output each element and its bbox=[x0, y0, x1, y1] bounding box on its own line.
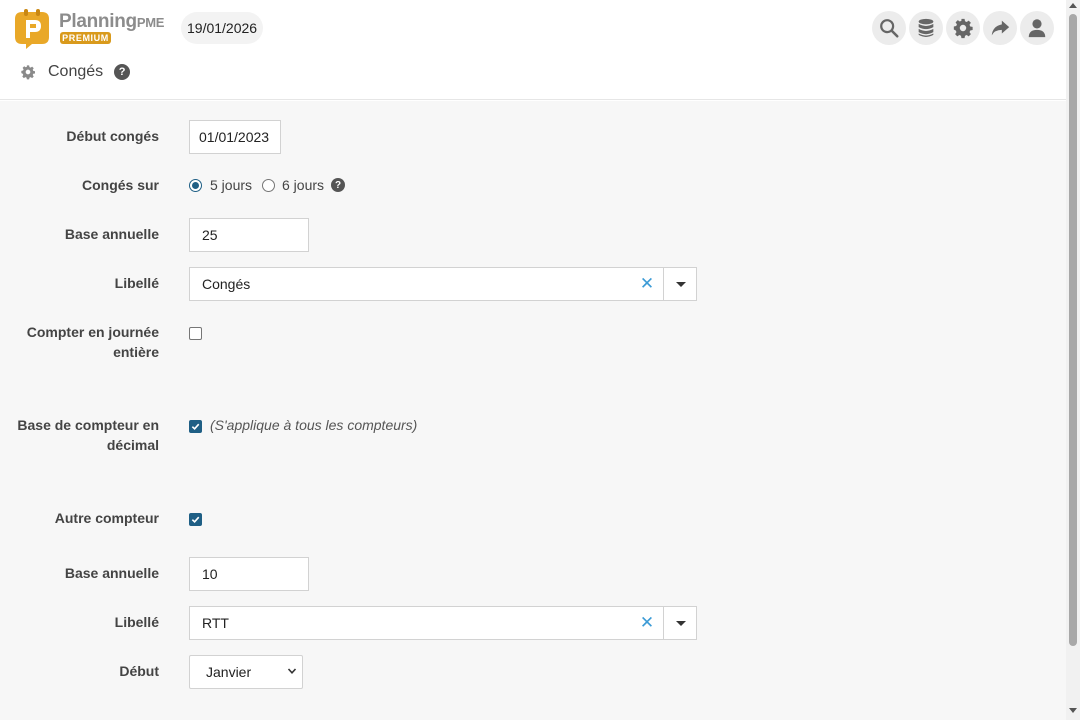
clear-icon[interactable]: ✕ bbox=[639, 613, 655, 633]
debut-month-select[interactable]: Janvier bbox=[189, 655, 303, 689]
help-icon[interactable]: ? bbox=[331, 178, 345, 192]
libelle-select[interactable]: Congés ✕ bbox=[189, 267, 697, 301]
libelle-value: Congés bbox=[202, 276, 251, 292]
autre-compteur-label: Autre compteur bbox=[54, 510, 159, 526]
clear-icon[interactable]: ✕ bbox=[639, 274, 655, 294]
settings-button[interactable] bbox=[946, 11, 980, 45]
page-title: Congés bbox=[48, 63, 104, 80]
debut-conges-label: Début congés bbox=[66, 128, 159, 144]
logo-wordmark: PlanningPME bbox=[59, 11, 165, 32]
breadcrumb: Congés ? bbox=[20, 60, 131, 84]
user-button[interactable] bbox=[1020, 11, 1054, 45]
decimal-label: Base de compteur en décimal bbox=[17, 417, 159, 453]
base-annuelle-2-label: Base annuelle bbox=[64, 565, 159, 581]
base-annuelle-label: Base annuelle bbox=[64, 226, 159, 242]
debut-month-value: Janvier bbox=[206, 664, 252, 680]
caret-down-icon bbox=[675, 620, 686, 626]
libelle-2-value: RTT bbox=[202, 615, 229, 631]
share-icon bbox=[991, 20, 1010, 36]
radio-6-jours[interactable] bbox=[262, 179, 275, 192]
base-annuelle-2-input[interactable]: 10 bbox=[189, 557, 309, 591]
journee-entiere-label: Compter en journée entière bbox=[26, 324, 159, 360]
radio-6-jours-label[interactable]: 6 jours bbox=[282, 175, 324, 195]
planningpme-logo[interactable]: PlanningPME PREMIUM bbox=[12, 7, 172, 49]
check-icon bbox=[191, 516, 200, 524]
caret-down-icon bbox=[675, 281, 686, 287]
decimal-hint: (S'applique à tous les compteurs) bbox=[210, 417, 418, 433]
conges-sur-label: Congés sur bbox=[81, 177, 159, 193]
conges-form: Début congés 01/01/2023 Congés sur 5 jou… bbox=[0, 101, 1066, 720]
share-button[interactable] bbox=[983, 11, 1017, 45]
journee-entiere-checkbox[interactable] bbox=[189, 327, 202, 340]
logo-mark-icon bbox=[15, 9, 49, 49]
gear-icon bbox=[21, 65, 35, 80]
help-icon[interactable]: ? bbox=[114, 64, 131, 80]
top-header: PlanningPME PREMIUM 19/01/2026 Congés ? bbox=[0, 0, 1066, 100]
check-icon bbox=[191, 423, 200, 431]
dropdown-toggle[interactable] bbox=[663, 268, 697, 300]
libelle-2-label: Libellé bbox=[114, 614, 159, 630]
debut-label: Début bbox=[119, 663, 159, 679]
chevron-down-icon bbox=[287, 668, 297, 674]
libelle-label: Libellé bbox=[114, 275, 159, 291]
scroll-down-arrow-icon[interactable] bbox=[1069, 708, 1077, 713]
scroll-up-arrow-icon[interactable] bbox=[1069, 3, 1077, 8]
premium-badge: PREMIUM bbox=[60, 32, 111, 44]
base-annuelle-input[interactable]: 25 bbox=[189, 218, 309, 252]
page-scrollbar[interactable] bbox=[1066, 0, 1080, 720]
debut-conges-input[interactable]: 01/01/2023 bbox=[189, 120, 281, 154]
search-button[interactable] bbox=[872, 11, 906, 45]
user-icon bbox=[1028, 19, 1046, 38]
scrollbar-thumb[interactable] bbox=[1069, 14, 1077, 646]
radio-5-jours-label[interactable]: 5 jours bbox=[210, 175, 252, 195]
dropdown-toggle[interactable] bbox=[663, 607, 697, 639]
radio-5-jours[interactable] bbox=[189, 179, 202, 192]
database-button[interactable] bbox=[909, 11, 943, 45]
decimal-checkbox[interactable] bbox=[189, 420, 202, 433]
database-icon bbox=[918, 18, 934, 37]
libelle-2-select[interactable]: RTT ✕ bbox=[189, 606, 697, 640]
gear-icon bbox=[953, 18, 973, 39]
current-date[interactable]: 19/01/2026 bbox=[181, 12, 264, 44]
autre-compteur-checkbox[interactable] bbox=[189, 513, 202, 526]
search-icon bbox=[880, 19, 899, 38]
